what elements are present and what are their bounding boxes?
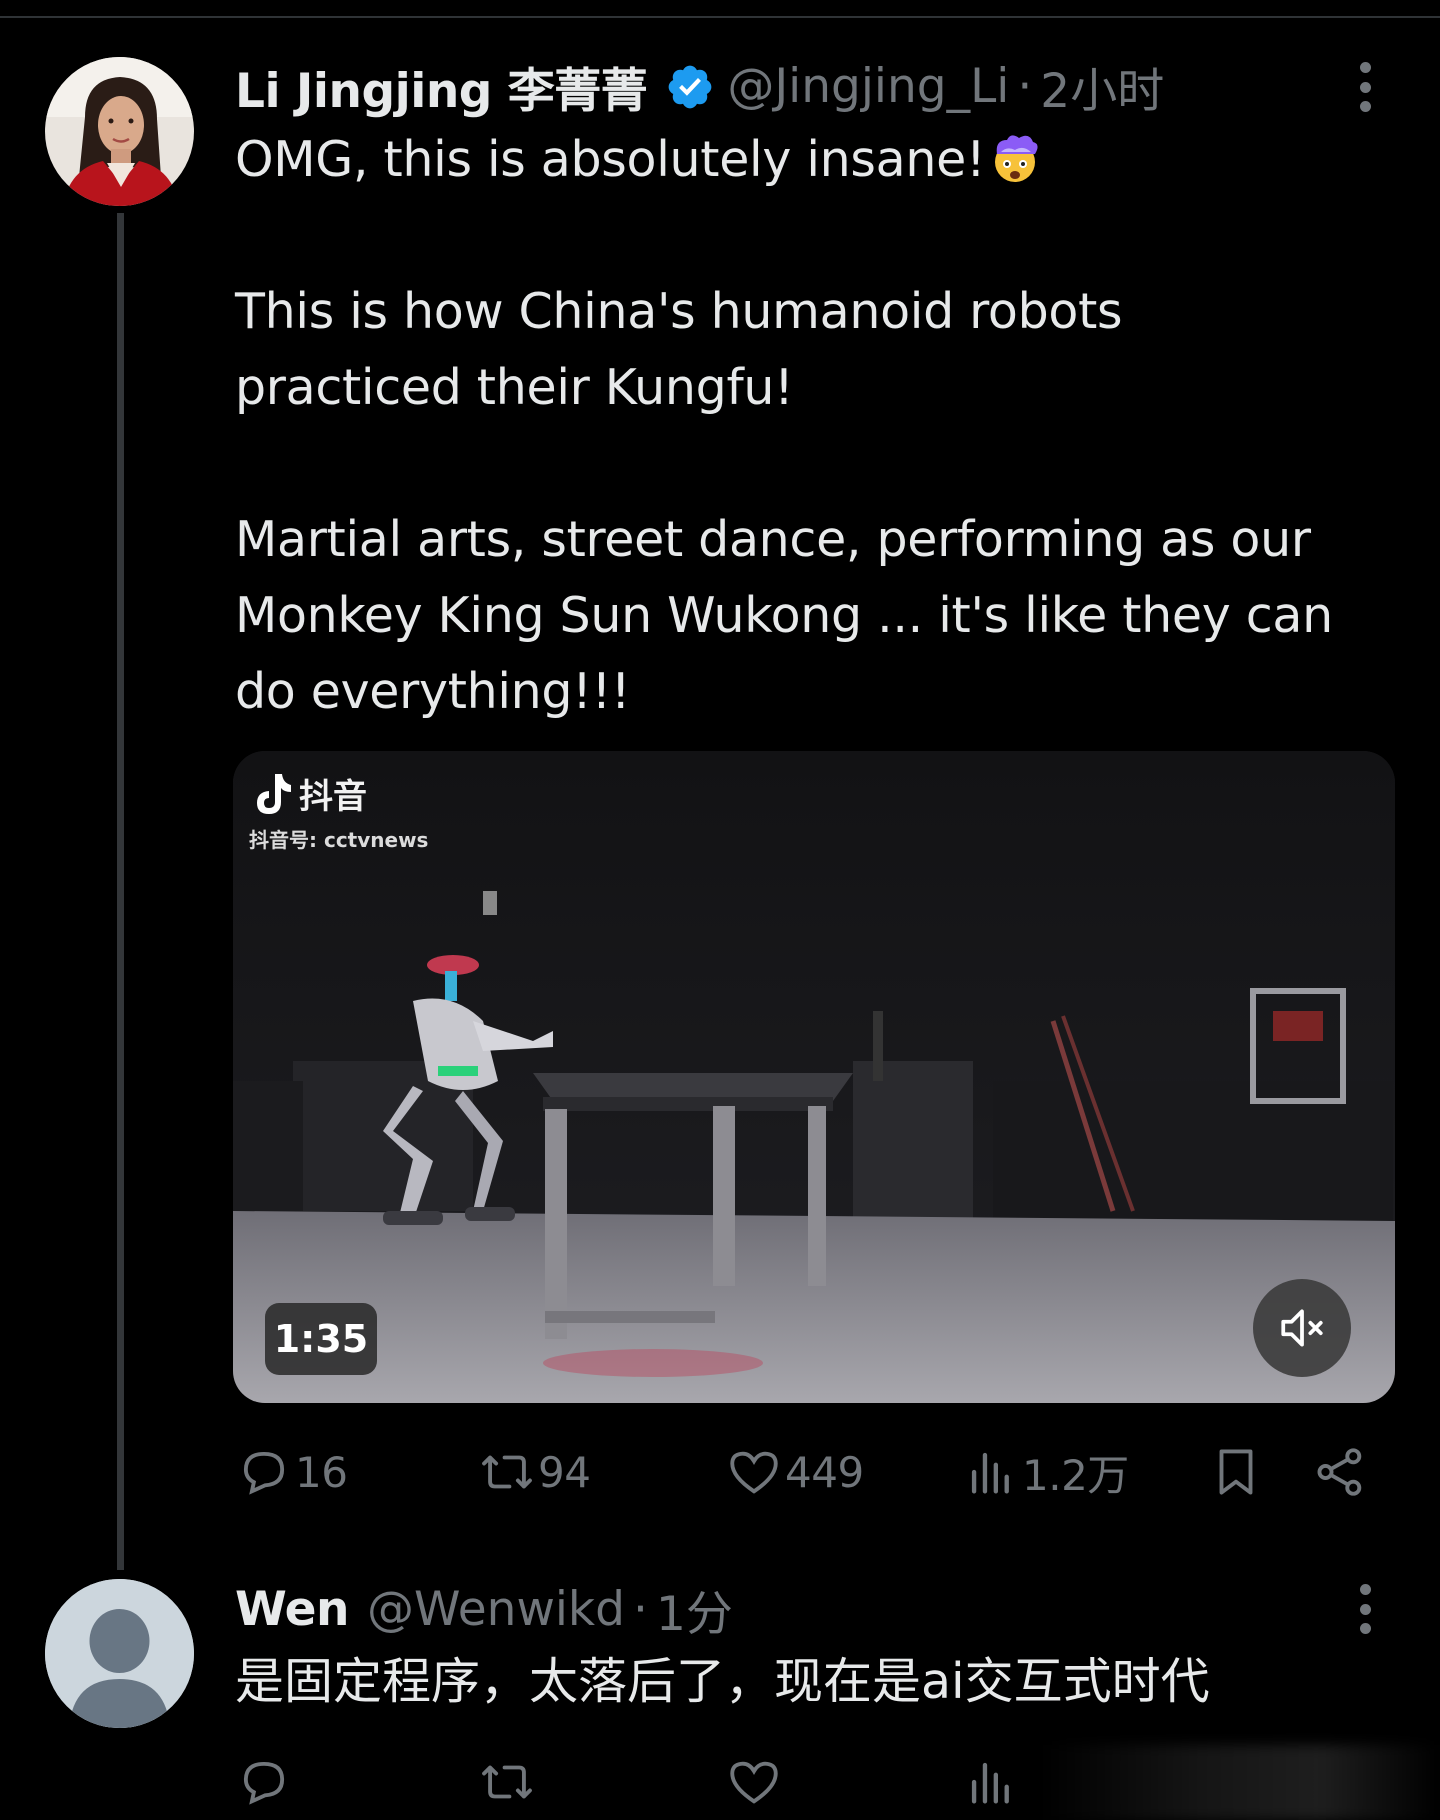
author-handle[interactable]: @Jingjing_Li [727, 59, 1009, 114]
douyin-account-label: 抖音号: cctvnews [249, 828, 429, 852]
tweet-line: OMG, this is absolutely insane! [235, 122, 1395, 198]
douyin-brand-label: 抖音 [299, 777, 367, 817]
watermark-blur [1040, 1745, 1440, 1820]
bookmark-icon [1219, 1449, 1253, 1495]
tweet-line: This is how China's humanoid robots [235, 283, 1123, 340]
reply-handle[interactable]: @Wenwikd [367, 1582, 625, 1637]
like-button[interactable]: 449 [725, 1442, 864, 1502]
retweet-button[interactable] [478, 1752, 536, 1812]
tweet-line: practiced their Kungfu! [235, 359, 794, 416]
bookmark-button[interactable] [1207, 1442, 1265, 1502]
more-icon[interactable] [1358, 1584, 1372, 1634]
views-button[interactable] [962, 1752, 1020, 1812]
retweet-button[interactable]: 94 [478, 1442, 591, 1502]
mute-button[interactable] [1253, 1279, 1351, 1377]
like-count: 449 [785, 1447, 864, 1497]
reply-icon [243, 1451, 285, 1495]
tweet-timestamp[interactable]: 2小时 [1040, 52, 1164, 121]
retweet-icon [482, 1455, 532, 1489]
tweet-actions: 16 94 449 1.2万 [235, 1442, 1395, 1502]
exploding-head-emoji-icon [987, 130, 1043, 186]
tweet-line: Monkey King Sun Wukong ... it's like the… [235, 587, 1333, 644]
author-display-name[interactable]: Li Jingjing 李菁菁 [235, 52, 648, 121]
like-button[interactable] [725, 1752, 783, 1812]
retweet-icon [482, 1765, 532, 1799]
reply-count: 16 [295, 1447, 348, 1497]
tweet-line-gap [235, 426, 1395, 502]
views-button[interactable]: 1.2万 [962, 1442, 1129, 1502]
views-icon [971, 1762, 1009, 1804]
reply-button[interactable] [235, 1752, 293, 1812]
tweet-line: Martial arts, street dance, performing a… [235, 511, 1311, 568]
video-player[interactable]: 抖音 抖音号: cctvnews 1:35 [233, 751, 1395, 1403]
separator-dot: · [1017, 59, 1033, 114]
tweet-line: do everything!!! [235, 663, 631, 720]
thread-line [117, 213, 124, 1570]
reply-text: 是固定程序，太落后了，现在是ai交互式时代 [235, 1653, 1210, 1710]
douyin-logo-icon [257, 773, 291, 814]
more-icon[interactable] [1358, 62, 1372, 112]
tweet-line-gap [235, 198, 1395, 274]
separator-dot: · [633, 1582, 648, 1637]
reply-author-avatar[interactable] [45, 1579, 194, 1728]
heart-icon [730, 1451, 778, 1494]
author-avatar[interactable] [45, 57, 194, 206]
mute-icon [1281, 1309, 1323, 1347]
reply-button[interactable]: 16 [235, 1442, 348, 1502]
verified-badge-icon [665, 62, 715, 112]
author-row: Li Jingjing 李菁菁 @Jingjing_Li · 2小时 [235, 52, 1164, 121]
heart-icon [730, 1761, 778, 1804]
share-button[interactable] [1311, 1442, 1369, 1502]
douyin-watermark: 抖音 抖音号: cctvnews [249, 769, 428, 853]
video-duration-badge: 1:35 [265, 1303, 377, 1375]
reply-author-row: Wen @Wenwikd · 1分 [235, 1575, 733, 1644]
retweet-count: 94 [538, 1447, 591, 1497]
views-count: 1.2万 [1022, 1450, 1129, 1500]
reply-display-name[interactable]: Wen [235, 1582, 350, 1637]
top-divider [0, 16, 1440, 18]
share-icon [1317, 1448, 1362, 1496]
views-icon [971, 1452, 1009, 1494]
reply-icon [243, 1761, 285, 1805]
tweet-text: OMG, this is absolutely insane! This is … [235, 122, 1395, 730]
reply-timestamp[interactable]: 1分 [656, 1575, 733, 1644]
